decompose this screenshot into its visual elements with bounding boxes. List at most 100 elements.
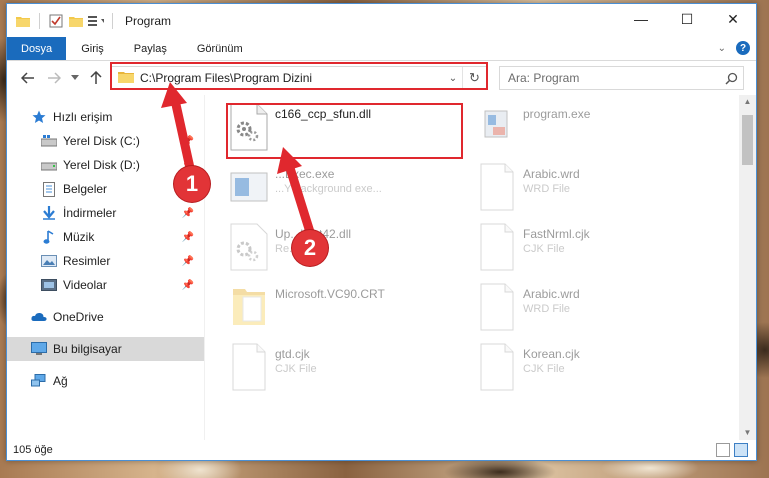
search-input[interactable]: Ara: Program [500, 71, 719, 85]
sidebar-item-label: Ağ [53, 374, 68, 388]
forward-arrow-icon[interactable] [43, 67, 65, 89]
sidebar-item-label: Bu bilgisayar [53, 342, 122, 356]
file-item[interactable]: Microsoft.VC90.CRT [229, 283, 469, 339]
file-item[interactable]: program.exe [477, 103, 717, 159]
exe-icon [477, 103, 517, 151]
address-highlight-box [110, 62, 488, 90]
file-item[interactable]: gtd.cjk CJK File [229, 343, 469, 399]
star-icon [31, 109, 47, 125]
blank-file-icon [477, 283, 517, 331]
sidebar-item-local-disk-c[interactable]: Yerel Disk (C:) 📌 [7, 129, 204, 153]
sidebar-item-pictures[interactable]: Resimler 📌 [7, 249, 204, 273]
new-folder-icon[interactable] [68, 13, 84, 29]
blank-file-icon [477, 343, 517, 391]
ribbon-right-controls: ⌄ ? [718, 41, 750, 55]
sidebar-item-label: OneDrive [53, 310, 104, 324]
file-item[interactable]: Korean.cjk CJK File [477, 343, 717, 399]
sidebar-item-label: Resimler [63, 254, 111, 268]
file-item[interactable]: ...Exec.exe ...Y background exe... [229, 163, 469, 219]
recent-locations-icon[interactable] [69, 67, 81, 89]
back-arrow-icon[interactable] [17, 67, 39, 89]
search-box[interactable]: Ara: Program [499, 66, 744, 90]
sidebar-item-onedrive[interactable]: OneDrive [7, 305, 204, 329]
pin-icon[interactable]: 📌 [182, 136, 194, 147]
videos-icon [41, 277, 57, 293]
large-icons-view-icon[interactable] [734, 443, 748, 457]
customize-toolbar-icon[interactable] [88, 13, 104, 29]
pin-icon[interactable]: 📌 [182, 232, 194, 243]
sidebar-item-label: Müzik [63, 230, 95, 244]
dll-gear-icon [229, 223, 269, 271]
cloud-icon [31, 309, 47, 325]
title-bar: Program — ☐ ✕ [7, 4, 756, 37]
sidebar-item-label: Yerel Disk (D:) [63, 158, 140, 172]
scrollbar-thumb[interactable] [742, 115, 753, 165]
network-icon [31, 373, 47, 389]
pin-icon[interactable]: 📌 [182, 208, 194, 219]
window-controls: — ☐ ✕ [618, 4, 756, 34]
help-icon[interactable]: ? [736, 41, 750, 55]
file-item[interactable]: Up...lient42.dll Re... DLL [229, 223, 469, 279]
quick-access-toolbar: Program [7, 12, 172, 29]
details-view-icon[interactable] [716, 443, 730, 457]
toolbar-divider [112, 12, 113, 29]
computer-icon [31, 341, 47, 357]
file-type: CJK File [275, 363, 317, 375]
file-highlight-box [226, 103, 463, 159]
tab-view[interactable]: Görünüm [182, 37, 258, 60]
vertical-scrollbar[interactable]: ▲ ▼ [739, 95, 756, 440]
sidebar-item-label: Videolar [63, 278, 107, 292]
minimize-button[interactable]: — [618, 4, 664, 34]
file-item[interactable]: FastNrml.cjk CJK File [477, 223, 717, 279]
file-name: Arabic.wrd [523, 167, 580, 181]
drive-icon [41, 133, 57, 149]
view-switcher [716, 443, 748, 457]
sidebar-item-this-pc[interactable]: Bu bilgisayar [7, 337, 204, 361]
tab-file[interactable]: Dosya [7, 37, 67, 60]
file-item[interactable]: Arabic.wrd WRD File [477, 283, 717, 339]
step-2-badge: 2 [292, 230, 328, 266]
exe-window-icon [229, 163, 269, 211]
file-name: gtd.cjk [275, 347, 310, 361]
file-item[interactable]: Arabic.wrd WRD File [477, 163, 717, 219]
folder-icon [229, 283, 269, 331]
close-button[interactable]: ✕ [710, 4, 756, 34]
file-name: FastNrml.cjk [523, 227, 590, 241]
scroll-up-icon[interactable]: ▲ [739, 95, 756, 109]
sidebar-item-music[interactable]: Müzik 📌 [7, 225, 204, 249]
item-count: 105 öğe [13, 444, 53, 456]
file-name: Korean.cjk [523, 347, 580, 361]
sidebar-item-downloads[interactable]: İndirmeler 📌 [7, 201, 204, 225]
window-title: Program [125, 13, 172, 28]
file-type: ...Y background exe... [275, 183, 382, 195]
sidebar-item-local-disk-d[interactable]: Yerel Disk (D:) 📌 [7, 153, 204, 177]
blank-file-icon [229, 343, 269, 391]
file-type: WRD File [523, 183, 571, 195]
maximize-button[interactable]: ☐ [664, 4, 710, 34]
scroll-down-icon[interactable]: ▼ [739, 426, 756, 440]
file-name: ...Exec.exe [275, 167, 335, 181]
sidebar-item-network[interactable]: Ağ [7, 369, 204, 393]
folder-icon [15, 13, 31, 29]
search-icon[interactable] [719, 72, 743, 85]
properties-icon[interactable] [48, 13, 64, 29]
sidebar-item-quick-access[interactable]: Hızlı erişim [7, 105, 204, 129]
step-1-badge: 1 [174, 166, 210, 202]
up-arrow-icon[interactable] [85, 67, 107, 89]
ribbon-tabs: Dosya Giriş Paylaş Görünüm ⌄ ? [7, 37, 756, 61]
pin-icon[interactable]: 📌 [182, 256, 194, 267]
tab-home[interactable]: Giriş [66, 37, 119, 60]
sidebar-item-videos[interactable]: Videolar 📌 [7, 273, 204, 297]
file-type: CJK File [523, 243, 565, 255]
file-name: program.exe [523, 107, 591, 121]
expand-ribbon-icon[interactable]: ⌄ [718, 43, 726, 54]
blank-file-icon [477, 163, 517, 211]
file-type: WRD File [523, 303, 571, 315]
sidebar-item-label: Hızlı erişim [53, 110, 113, 124]
status-bar: 105 öğe [7, 440, 756, 460]
tab-share[interactable]: Paylaş [119, 37, 182, 60]
pin-icon[interactable]: 📌 [182, 280, 194, 291]
file-name: Microsoft.VC90.CRT [275, 287, 385, 301]
